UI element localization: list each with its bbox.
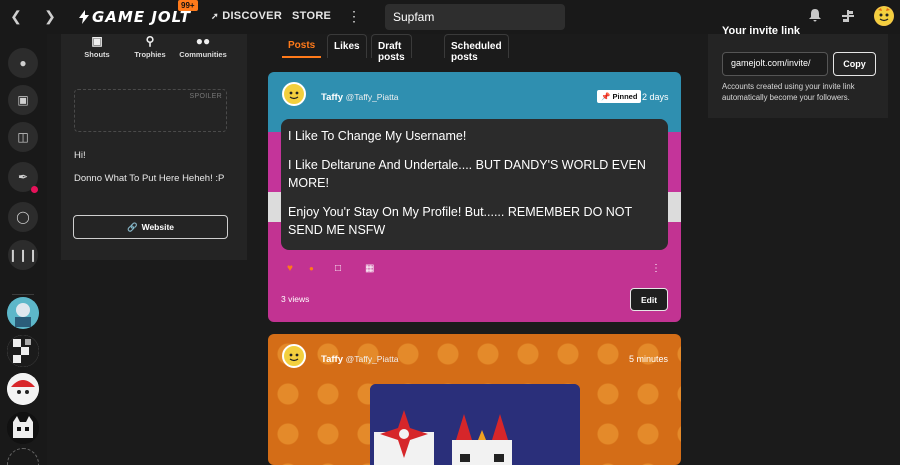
invite-panel: Your invite link gamejolt.com/invite/ Co… [708,25,888,118]
communities-label: Communities [179,50,227,59]
sticker-icon[interactable]: ● [309,264,314,273]
bell-icon[interactable] [807,9,823,25]
post-time[interactable]: 5 minutes [629,354,668,364]
tab-scheduled-posts[interactable]: Scheduled posts [444,34,509,63]
post-line: I Like To Change My Username! [288,129,467,143]
left-rail: ● ▣ ◫ ✒ ◯ ❙❙❙ [0,34,47,465]
activity-icon[interactable] [840,9,856,25]
post-author-avatar[interactable] [282,344,306,368]
community-avatar-1[interactable] [7,297,39,329]
copy-button[interactable]: Copy [833,52,876,76]
trophy-icon: ⚲ [145,34,155,48]
post-card[interactable]: Taffy @Taffy_Piatta 5 minutes [268,334,681,465]
post-more-icon[interactable]: ⋮ [651,263,661,274]
logo-text: GAME JOLT [92,8,191,26]
store-icon: ▣ [17,93,29,107]
tab-posts[interactable]: Posts [282,34,322,58]
discover-link[interactable]: ➚ DISCOVER [211,10,282,22]
post-author-avatar[interactable] [282,82,306,106]
view-count: 3 views [281,294,310,304]
spoiler-label: SPOILER [189,93,222,100]
shouts-label: Shouts [84,50,110,59]
comment-icon[interactable]: □ [335,263,341,274]
discover-label: DISCOVER [222,10,283,22]
share-icon[interactable]: ▦ [365,263,374,274]
rail-chat-button[interactable]: ◯ [8,202,38,232]
like-icon[interactable]: ♥ [287,263,293,274]
compass-icon: ➚ [211,11,219,21]
tab-draft-posts[interactable]: Draft posts [371,34,412,63]
rail-discover-button[interactable]: ● [8,48,38,78]
add-community-button[interactable] [7,448,39,465]
bolt-icon [79,10,89,24]
post-author-handle: @Taffy_Piatta [345,92,399,102]
more-menu-icon[interactable]: ⋮ [347,8,361,25]
website-button[interactable]: 🔗 Website [73,215,228,239]
profile-sidebar: ▣ Shouts ⚲ Trophies ●● Communities SPOIL… [61,34,247,260]
community-avatar-4[interactable] [7,412,39,444]
post-author-name: Taffy [321,92,343,103]
tab-likes[interactable]: Likes [327,34,367,58]
post-actions: ♥ ● □ ▦ ⋮ [287,263,662,275]
rail-divider [12,294,34,295]
pin-icon: 📌 [601,92,611,101]
link-icon: 🔗 [126,221,138,232]
invite-note: Accounts created using your invite link … [722,82,855,102]
pinned-label: Pinned [612,92,638,101]
robot-chat-icon: ◯ [16,210,30,224]
trophies-stat[interactable]: ⚲ Trophies [120,34,180,59]
invite-link-field[interactable]: gamejolt.com/invite/ [722,52,828,76]
notification-count-badge: 99+ [178,0,198,11]
gamejolt-logo[interactable]: GAME JOLT [78,8,191,26]
shouts-icon: ▣ [91,34,103,48]
communities-icon: ●● [195,34,211,48]
forward-arrow-icon[interactable]: ❯ [42,8,58,24]
post-time[interactable]: 2 days [642,92,669,102]
rail-library-button[interactable]: ❙❙❙ [8,240,38,270]
post-author[interactable]: Taffy @Taffy_Piatta [321,92,399,103]
bio-text: Donno What To Put Here Heheh! :P [74,173,225,184]
backpack-icon: ◫ [17,130,29,144]
user-avatar[interactable] [874,6,894,26]
trophies-label: Trophies [134,50,166,59]
invite-title: Your invite link [722,25,801,37]
post-card[interactable]: Taffy @Taffy_Piatta 📌 Pinned 2 days I Li… [268,72,681,322]
shouts-stat[interactable]: ▣ Shouts [67,34,127,59]
post-author-handle: @Taffy_Piatta [345,354,399,364]
bio-greeting: Hi! [74,150,86,161]
community-avatar-3[interactable] [7,373,39,405]
rail-store-button[interactable]: ▣ [8,85,38,115]
store-link[interactable]: STORE [292,10,331,22]
post-author-name: Taffy [321,354,343,365]
user-pin-icon: ● [19,56,27,70]
post-image[interactable] [370,384,580,465]
new-activity-dot [31,186,38,193]
website-label: Website [141,222,175,232]
pinned-badge: 📌 Pinned [597,90,642,103]
post-line: I Like Deltarune And Undertale.... BUT D… [288,158,646,190]
back-arrow-icon[interactable]: ❮ [8,8,24,24]
spoiler-box[interactable]: SPOILER [74,89,227,132]
search-input[interactable] [385,4,565,30]
edit-button[interactable]: Edit [630,288,668,311]
quill-icon: ✒ [17,170,29,184]
post-content: I Like To Change My Username! I Like Del… [281,119,668,250]
library-icon: ❙❙❙ [7,248,39,262]
rail-backpack-button[interactable]: ◫ [8,122,38,152]
post-line: Enjoy You'r Stay On My Profile! But.....… [288,205,632,237]
communities-stat[interactable]: ●● Communities [173,34,233,59]
community-avatar-2[interactable] [7,335,39,367]
post-author[interactable]: Taffy @Taffy_Piatta [321,354,399,365]
